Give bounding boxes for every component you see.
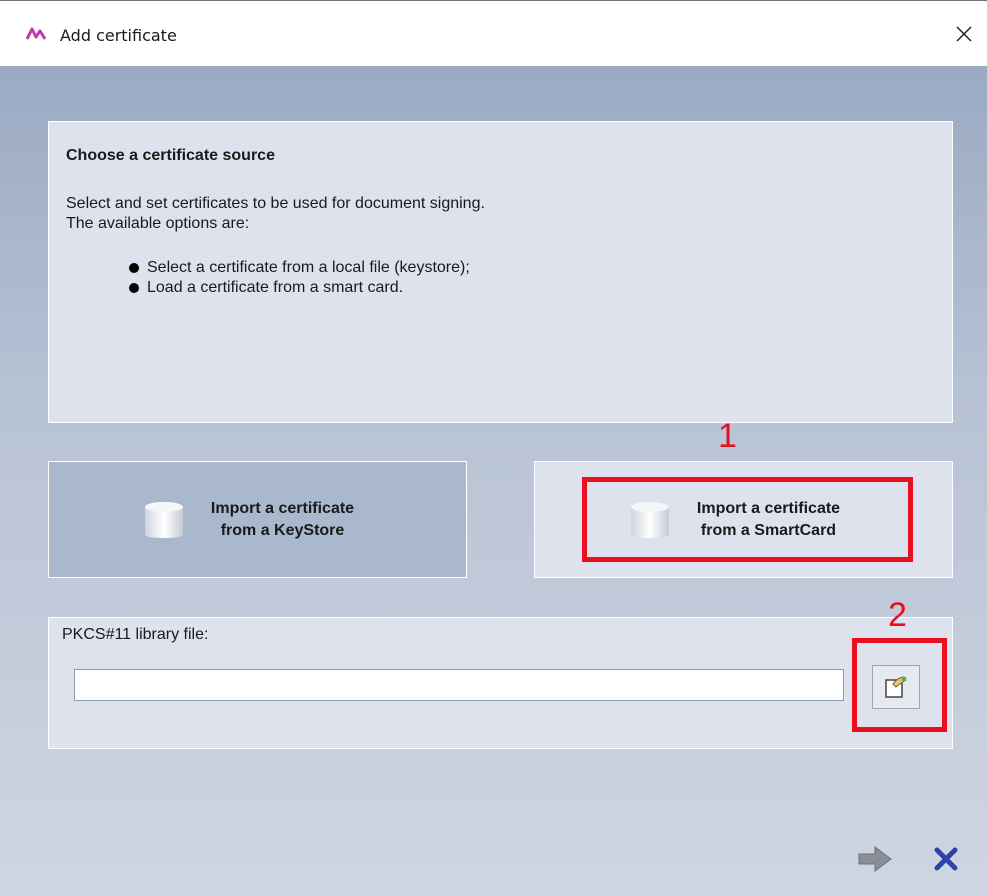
close-icon [956, 26, 972, 42]
bullet-icon [129, 283, 139, 293]
list-item: Select a certificate from a local file (… [129, 258, 470, 278]
import-keystore-button[interactable]: Import a certificate from a KeyStore [48, 461, 467, 578]
next-button[interactable] [856, 840, 894, 878]
annotation-box-step-2 [852, 638, 947, 732]
pkcs-panel: PKCS#11 library file: [48, 617, 953, 749]
keystore-button-label: Import a certificate from a KeyStore [193, 498, 373, 542]
close-button[interactable] [944, 17, 984, 51]
annotation-box-step-1 [582, 477, 913, 562]
option-smartcard-text: Load a certificate from a smart card. [147, 279, 404, 296]
pkcs-library-input[interactable] [74, 669, 844, 701]
next-arrow-icon [858, 846, 892, 872]
keystore-label-line1: Import a certificate [210, 499, 355, 517]
app-logo-icon [25, 26, 47, 42]
cylinder-icon [144, 501, 183, 538]
keystore-label-line2: from a KeyStore [220, 521, 345, 539]
dialog-body: Choose a certificate source Select and s… [0, 66, 987, 895]
options-list: Select a certificate from a local file (… [129, 258, 470, 298]
option-keystore-text: Select a certificate from a local file (… [147, 259, 470, 276]
title-bar: Add certificate [0, 0, 987, 66]
list-item: Load a certificate from a smart card. [129, 278, 470, 298]
annotation-step-1: 1 [718, 417, 737, 455]
description-line-1: Select and set certificates to be used f… [66, 195, 485, 212]
window-title: Add certificate [60, 26, 177, 45]
info-heading: Choose a certificate source [66, 147, 275, 164]
info-panel: Choose a certificate source Select and s… [48, 121, 953, 423]
pkcs-library-label: PKCS#11 library file: [62, 626, 209, 643]
annotation-step-2: 2 [888, 596, 907, 634]
info-description: Select and set certificates to be used f… [66, 194, 485, 234]
cancel-button[interactable] [927, 840, 965, 878]
cancel-x-icon [934, 847, 958, 871]
description-line-2: The available options are: [66, 215, 250, 232]
bullet-icon [129, 263, 139, 273]
